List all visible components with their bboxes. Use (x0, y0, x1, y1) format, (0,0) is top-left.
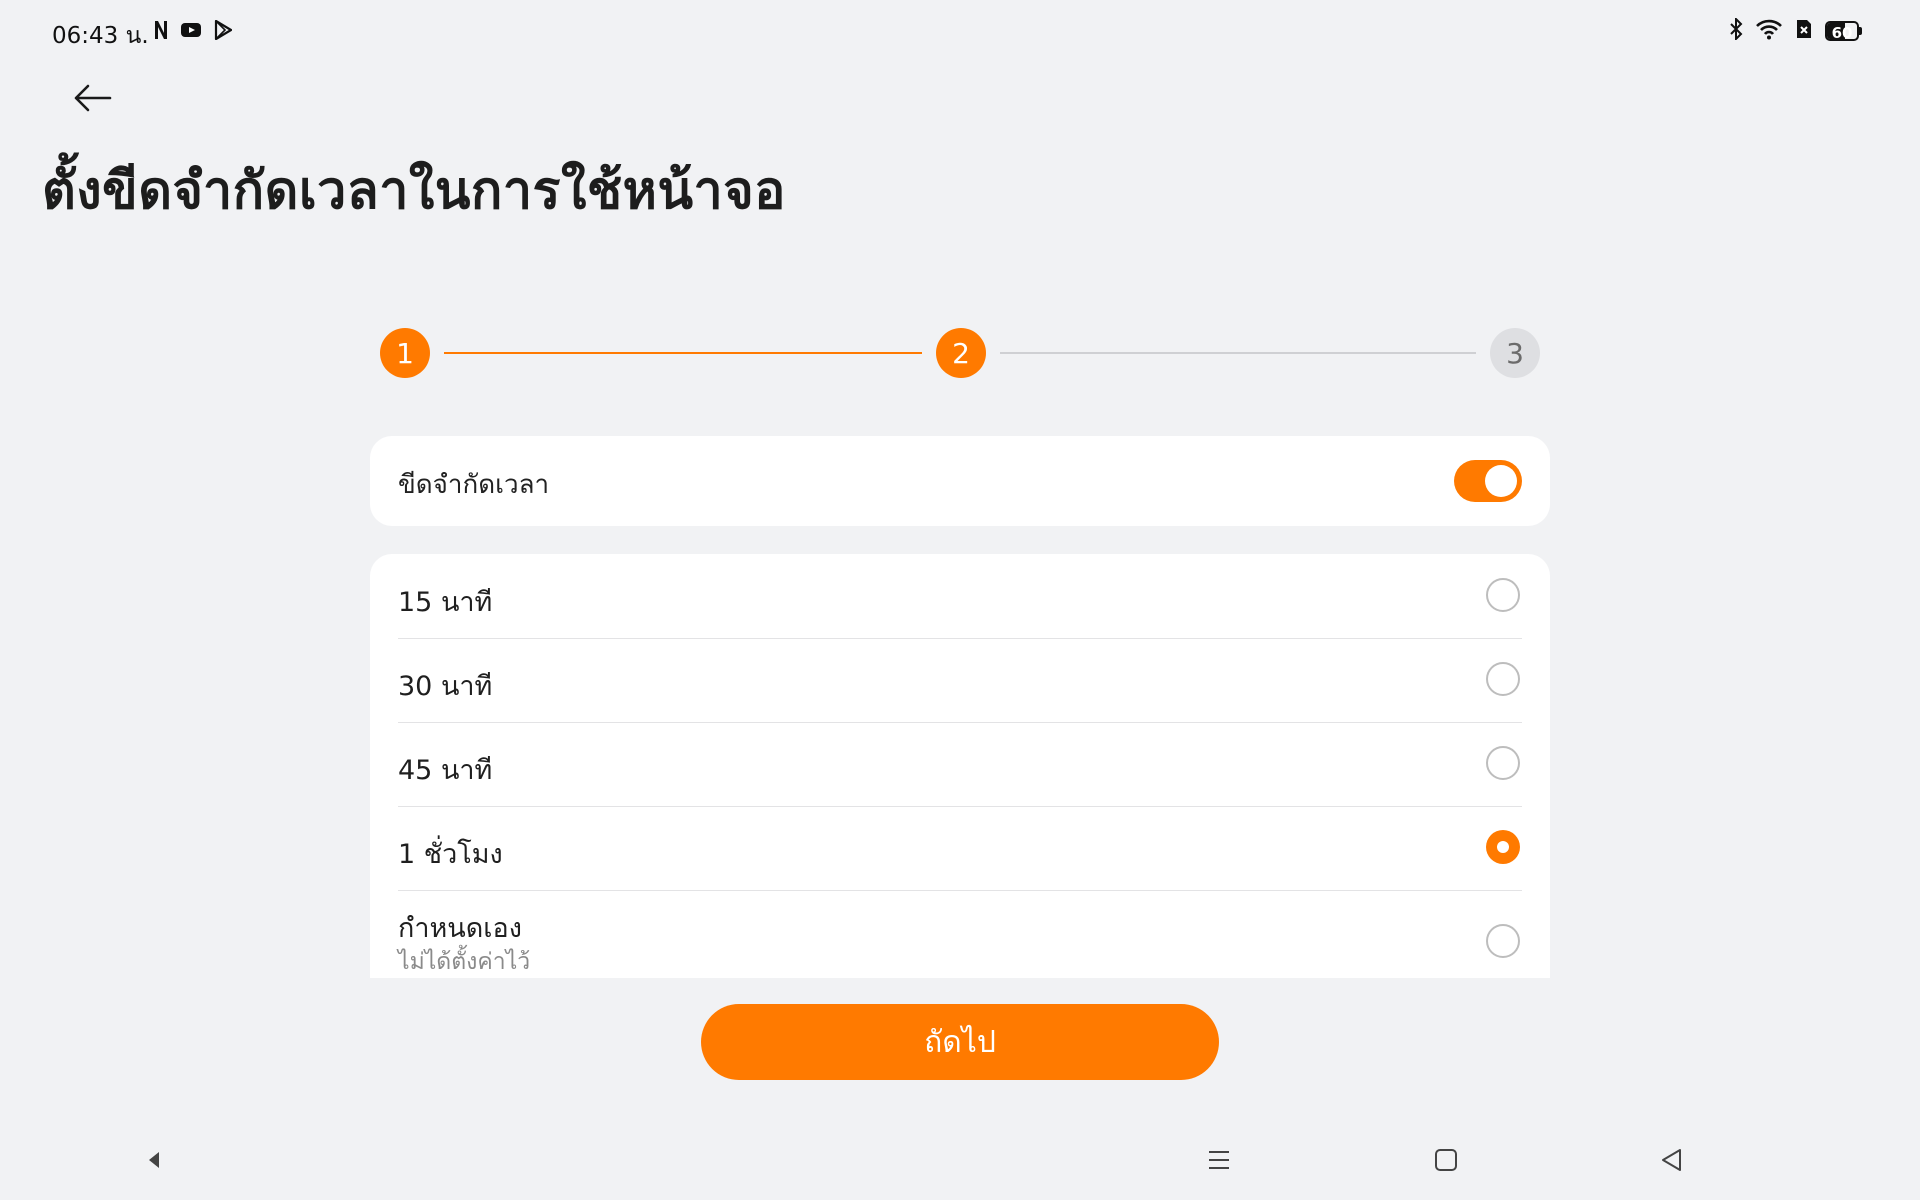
home-icon[interactable] (1426, 1140, 1466, 1180)
toggle-knob (1485, 465, 1517, 497)
option-15-min[interactable]: 15 นาที (398, 554, 1522, 639)
option-label: 30 นาที (398, 671, 493, 702)
radio-button[interactable] (1486, 746, 1520, 780)
step-1: 1 (380, 328, 430, 378)
step-connector-1 (444, 352, 922, 354)
option-label: 1 ชั่วโมง (398, 839, 503, 870)
netflix-icon (154, 20, 168, 44)
wifi-icon (1755, 18, 1783, 44)
option-label: 15 นาที (398, 587, 493, 618)
back-icon[interactable] (1652, 1140, 1692, 1180)
option-sublabel: ไม่ได้ตั้งค่าไว้ (398, 949, 531, 975)
time-limit-toggle[interactable] (1454, 460, 1522, 502)
step-3: 3 (1490, 328, 1540, 378)
option-1-hour[interactable]: 1 ชั่วโมง (398, 806, 1522, 891)
bluetooth-icon (1729, 16, 1743, 44)
option-30-min[interactable]: 30 นาที (398, 638, 1522, 723)
radio-button-selected[interactable] (1486, 830, 1520, 864)
stepper: 1 2 3 (370, 328, 1540, 378)
radio-button[interactable] (1486, 924, 1520, 958)
navigation-bar (0, 1130, 1920, 1190)
page-title: ตั้งขีดจำกัดเวลาในการใช้หน้าจอ (42, 161, 786, 221)
option-45-min[interactable]: 45 นาที (398, 722, 1522, 807)
no-sim-icon (1795, 18, 1813, 44)
time-limit-card: ขีดจำกัดเวลา (370, 436, 1550, 526)
option-custom[interactable]: กำหนดเอง ไม่ได้ตั้งค่าไว้ (398, 890, 1522, 978)
status-time: 06:43 น. (52, 23, 149, 49)
next-button[interactable]: ถัดไป (701, 1004, 1219, 1080)
time-limit-label: ขีดจำกัดเวลา (398, 470, 550, 500)
play-store-icon (214, 19, 233, 44)
battery-icon: 60 (1825, 21, 1862, 41)
option-label: 45 นาที (398, 755, 493, 786)
arrow-left-icon (74, 84, 112, 112)
radio-button[interactable] (1486, 662, 1520, 696)
back-button[interactable] (66, 76, 118, 120)
option-label: กำหนดเอง (398, 913, 522, 944)
step-connector-2 (1000, 352, 1476, 354)
battery-level: 60 (1831, 24, 1853, 41)
duration-options-card: 15 นาที 30 นาที 45 นาที 1 ชั่วโมง กำหนดเ… (370, 554, 1550, 978)
step-2: 2 (936, 328, 986, 378)
radio-button[interactable] (1486, 578, 1520, 612)
menu-icon[interactable] (1199, 1140, 1239, 1180)
hide-nav-icon[interactable] (134, 1140, 174, 1180)
youtube-icon (180, 21, 202, 43)
status-bar: 06:43 น. 60 (0, 0, 1920, 64)
